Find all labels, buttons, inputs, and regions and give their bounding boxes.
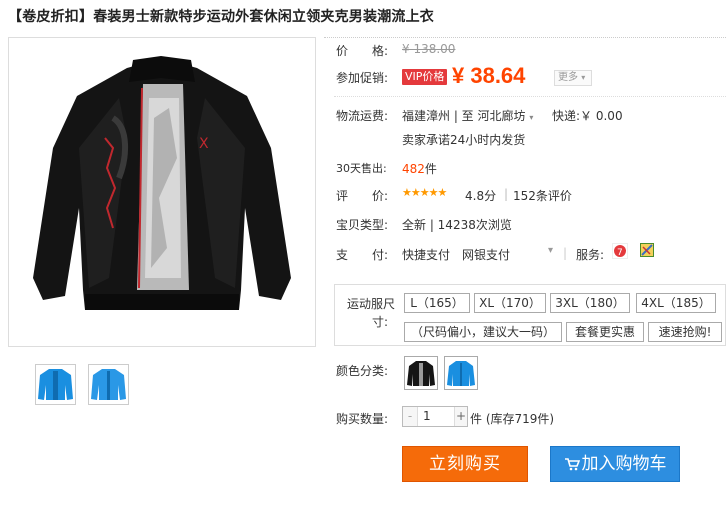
review-count-link[interactable]: 152条评价 (513, 187, 572, 204)
size-option-3xl[interactable]: 3XL（180） (550, 293, 630, 313)
quick-buy-option[interactable]: 速速抢购! (648, 322, 722, 342)
size-label-line1: 运动服尺 (347, 297, 396, 311)
add-to-cart-button[interactable]: 加入购物车 (550, 446, 680, 482)
add-to-cart-label: 加入购物车 (581, 454, 667, 474)
chevron-down-icon: ▾ (529, 113, 534, 122)
promo-label: 参加促销: (336, 71, 389, 85)
payment-label: 支 付: (336, 248, 389, 262)
quantity-label: 购买数量: (336, 412, 389, 426)
svg-text:X: X (199, 136, 209, 152)
size-option-xl[interactable]: XL（170） (474, 293, 546, 313)
rating-divider: | (504, 187, 509, 201)
chevron-down-icon[interactable]: ▾ (548, 245, 553, 256)
service-label: 服务: (576, 248, 605, 262)
quantity-decrease-button[interactable]: - (403, 407, 418, 426)
size-option-l[interactable]: L（165） (404, 293, 470, 313)
thumbnail-blue-2[interactable] (88, 364, 129, 405)
rating-score: 4.8分 (465, 189, 497, 203)
express-fee: 快递:￥ 0.00 (552, 109, 623, 123)
current-price: ¥ 38.64 (452, 63, 526, 88)
original-price: ¥ 138.00 (402, 42, 456, 56)
seven-day-return-icon[interactable]: 7 (612, 243, 628, 259)
type-value: 全新 | 14238次浏览 (402, 218, 512, 232)
quantity-stepper: - 1 + (402, 406, 468, 427)
shipping-note: 卖家承诺24小时内发货 (402, 133, 526, 147)
sales-count: 482 (402, 162, 425, 176)
more-label: 更多 (558, 72, 578, 83)
thumbnail-blue-1[interactable] (35, 364, 76, 405)
color-label: 颜色分类: (336, 364, 389, 378)
bundle-option[interactable]: 套餐更实惠 (566, 322, 644, 342)
guarantee-icon[interactable] (640, 243, 654, 257)
jacket-thumbnail (447, 361, 475, 386)
sales-unit: 件 (424, 162, 437, 176)
color-option-black[interactable] (404, 356, 438, 390)
jacket-thumbnail (38, 369, 73, 400)
sales-row: 30天售出: (336, 160, 387, 176)
payment-row: 支 付: (336, 246, 388, 263)
quantity-increase-button[interactable]: + (454, 407, 467, 426)
jacket-thumbnail (407, 361, 435, 386)
buy-now-button[interactable]: 立刻购买 (402, 446, 528, 482)
rating-label: 评 价: (336, 189, 389, 203)
product-title: 【卷皮折扣】春装男士新款特步运动外套休闲立领夹克男装潮流上衣 (8, 9, 434, 25)
type-label: 宝贝类型: (336, 218, 389, 232)
jacket-image: X (33, 56, 291, 310)
price-row: 价 格: (336, 42, 388, 59)
quantity-input[interactable]: 1 (419, 407, 459, 426)
color-option-blue[interactable] (444, 356, 478, 390)
shipping-route[interactable]: 福建漳州 | 至 河北廊坊 ▾ (402, 107, 533, 124)
size-label-line2: 寸: (372, 315, 389, 329)
size-note-option[interactable]: （尺码偏小，建议大一码） (404, 322, 562, 342)
vip-price-badge: VIP价格 (402, 69, 448, 85)
chevron-down-icon: ▾ (581, 73, 586, 82)
shipping-label: 物流运费: (336, 109, 389, 123)
payment-divider: | (563, 246, 568, 260)
shipping-row: 物流运费: (336, 107, 388, 124)
star-rating-icon: ★★★★★ (402, 186, 447, 199)
type-row: 宝贝类型: (336, 216, 388, 233)
promo-row: 参加促销: (336, 69, 388, 86)
shipping-route-text: 福建漳州 | 至 河北廊坊 (402, 109, 526, 123)
cart-icon (564, 457, 580, 471)
jacket-thumbnail (91, 369, 126, 400)
size-option-4xl[interactable]: 4XL（185） (636, 293, 716, 313)
buy-now-label: 立刻购买 (429, 454, 501, 474)
svg-text:7: 7 (617, 248, 623, 258)
rating-row: 评 价: (336, 187, 388, 204)
sales-label: 30天售出: (336, 162, 387, 175)
sales-value: 482件 (402, 160, 437, 177)
price-label: 价 格: (336, 44, 389, 58)
divider (334, 96, 726, 97)
payment-methods: 快捷支付 网银支付 (402, 248, 511, 262)
more-promo-button[interactable]: 更多 ▾ (554, 70, 592, 86)
main-product-image[interactable]: X (8, 37, 316, 347)
stock-text: 件 (库存719件) (470, 412, 555, 426)
